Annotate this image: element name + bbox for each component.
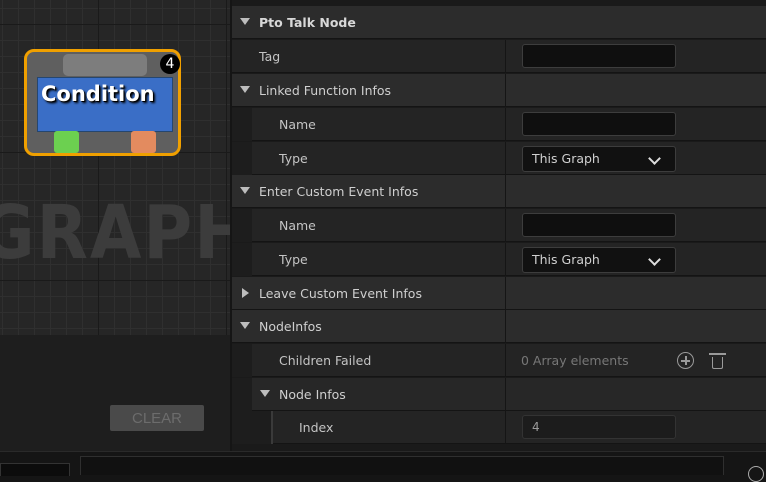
property-linked-type: Type This Graph (232, 142, 766, 175)
condition-node[interactable]: 4 Condition (24, 49, 181, 156)
tag-input[interactable] (522, 44, 676, 68)
category-node-infos[interactable]: Node Infos (232, 378, 766, 411)
column-divider[interactable] (505, 142, 506, 175)
node-body: Condition (37, 77, 173, 132)
dropdown-value: This Graph (532, 252, 600, 267)
category-enter-custom-event-infos[interactable]: Enter Custom Event Infos (232, 175, 766, 208)
triangle-down-icon (240, 187, 250, 194)
graph-canvas[interactable]: GRAPH 4 Condition (0, 0, 230, 335)
column-divider (505, 378, 506, 411)
property-label: Index (299, 420, 334, 435)
category-nodeinfos[interactable]: NodeInfos (232, 310, 766, 343)
triangle-down-icon (240, 18, 250, 25)
category-pto-talk-node[interactable]: Pto Talk Node (232, 6, 766, 39)
indent-bar (232, 344, 252, 377)
property-label: Children Failed (279, 353, 372, 368)
property-label: Type (279, 252, 308, 267)
node-title: Condition (41, 82, 155, 106)
array-count: 0 Array elements (521, 353, 629, 368)
category-label: Linked Function Infos (259, 83, 392, 98)
category-label: Node Infos (279, 387, 346, 402)
property-label: Name (279, 117, 316, 132)
category-linked-function-infos[interactable]: Linked Function Infos (232, 74, 766, 107)
details-panel: Pto Talk Node Tag Linked Function Infos … (232, 0, 766, 451)
triangle-down-icon (260, 390, 270, 397)
column-divider[interactable] (505, 209, 506, 242)
indent-guide (271, 411, 273, 444)
bottom-tab[interactable] (0, 463, 70, 476)
property-children-failed: Children Failed 0 Array elements (232, 344, 766, 377)
chevron-down-icon (648, 253, 661, 266)
linked-type-dropdown[interactable]: This Graph (522, 146, 676, 172)
indent-bar (232, 411, 272, 444)
indent-bar (232, 209, 252, 242)
trash-can (712, 357, 723, 369)
node-pin-failure[interactable] (131, 131, 156, 153)
property-label: Tag (259, 49, 281, 64)
dropdown-value: This Graph (532, 151, 600, 166)
category-label: NodeInfos (259, 319, 322, 334)
graph-footer-area (0, 335, 230, 451)
indent-bar (232, 108, 252, 141)
column-divider[interactable] (505, 40, 506, 73)
property-tag: Tag (232, 40, 766, 73)
category-label: Enter Custom Event Infos (259, 184, 419, 199)
column-divider[interactable] (505, 243, 506, 276)
indent-bar (232, 243, 252, 276)
node-pin-success[interactable] (54, 131, 79, 153)
property-enter-name: Name (232, 209, 766, 242)
clear-button[interactable]: CLEAR (110, 405, 204, 431)
plus-circle-icon[interactable] (677, 352, 694, 369)
indent-bar (232, 142, 252, 175)
category-leave-custom-event-infos[interactable]: Leave Custom Event Infos (232, 277, 766, 310)
indent-bar (232, 378, 252, 411)
triangle-down-icon (240, 86, 250, 93)
node-header (63, 54, 147, 76)
column-divider (505, 175, 506, 208)
column-divider[interactable] (505, 344, 506, 377)
category-label: Pto Talk Node (259, 15, 356, 30)
column-divider[interactable] (505, 108, 506, 141)
trash-lid (709, 353, 726, 355)
column-divider (505, 277, 506, 310)
bottom-input-field[interactable] (80, 456, 724, 475)
graph-watermark: GRAPH (0, 190, 230, 276)
settings-icon[interactable] (748, 466, 764, 482)
column-divider (505, 310, 506, 343)
column-divider[interactable] (505, 411, 506, 444)
property-label: Name (279, 218, 316, 233)
linked-name-input[interactable] (522, 112, 676, 136)
node-index-badge: 4 (160, 54, 180, 74)
property-index: Index 4 (232, 411, 766, 444)
category-label: Leave Custom Event Infos (259, 286, 422, 301)
triangle-right-icon (242, 288, 249, 298)
property-label: Type (279, 151, 308, 166)
property-enter-type: Type This Graph (232, 243, 766, 276)
triangle-down-icon (240, 322, 250, 329)
index-input[interactable]: 4 (522, 415, 676, 439)
column-divider (505, 74, 506, 107)
property-linked-name: Name (232, 108, 766, 141)
enter-name-input[interactable] (522, 213, 676, 237)
enter-type-dropdown[interactable]: This Graph (522, 247, 676, 273)
trash-icon[interactable] (709, 353, 726, 369)
chevron-down-icon (648, 152, 661, 165)
